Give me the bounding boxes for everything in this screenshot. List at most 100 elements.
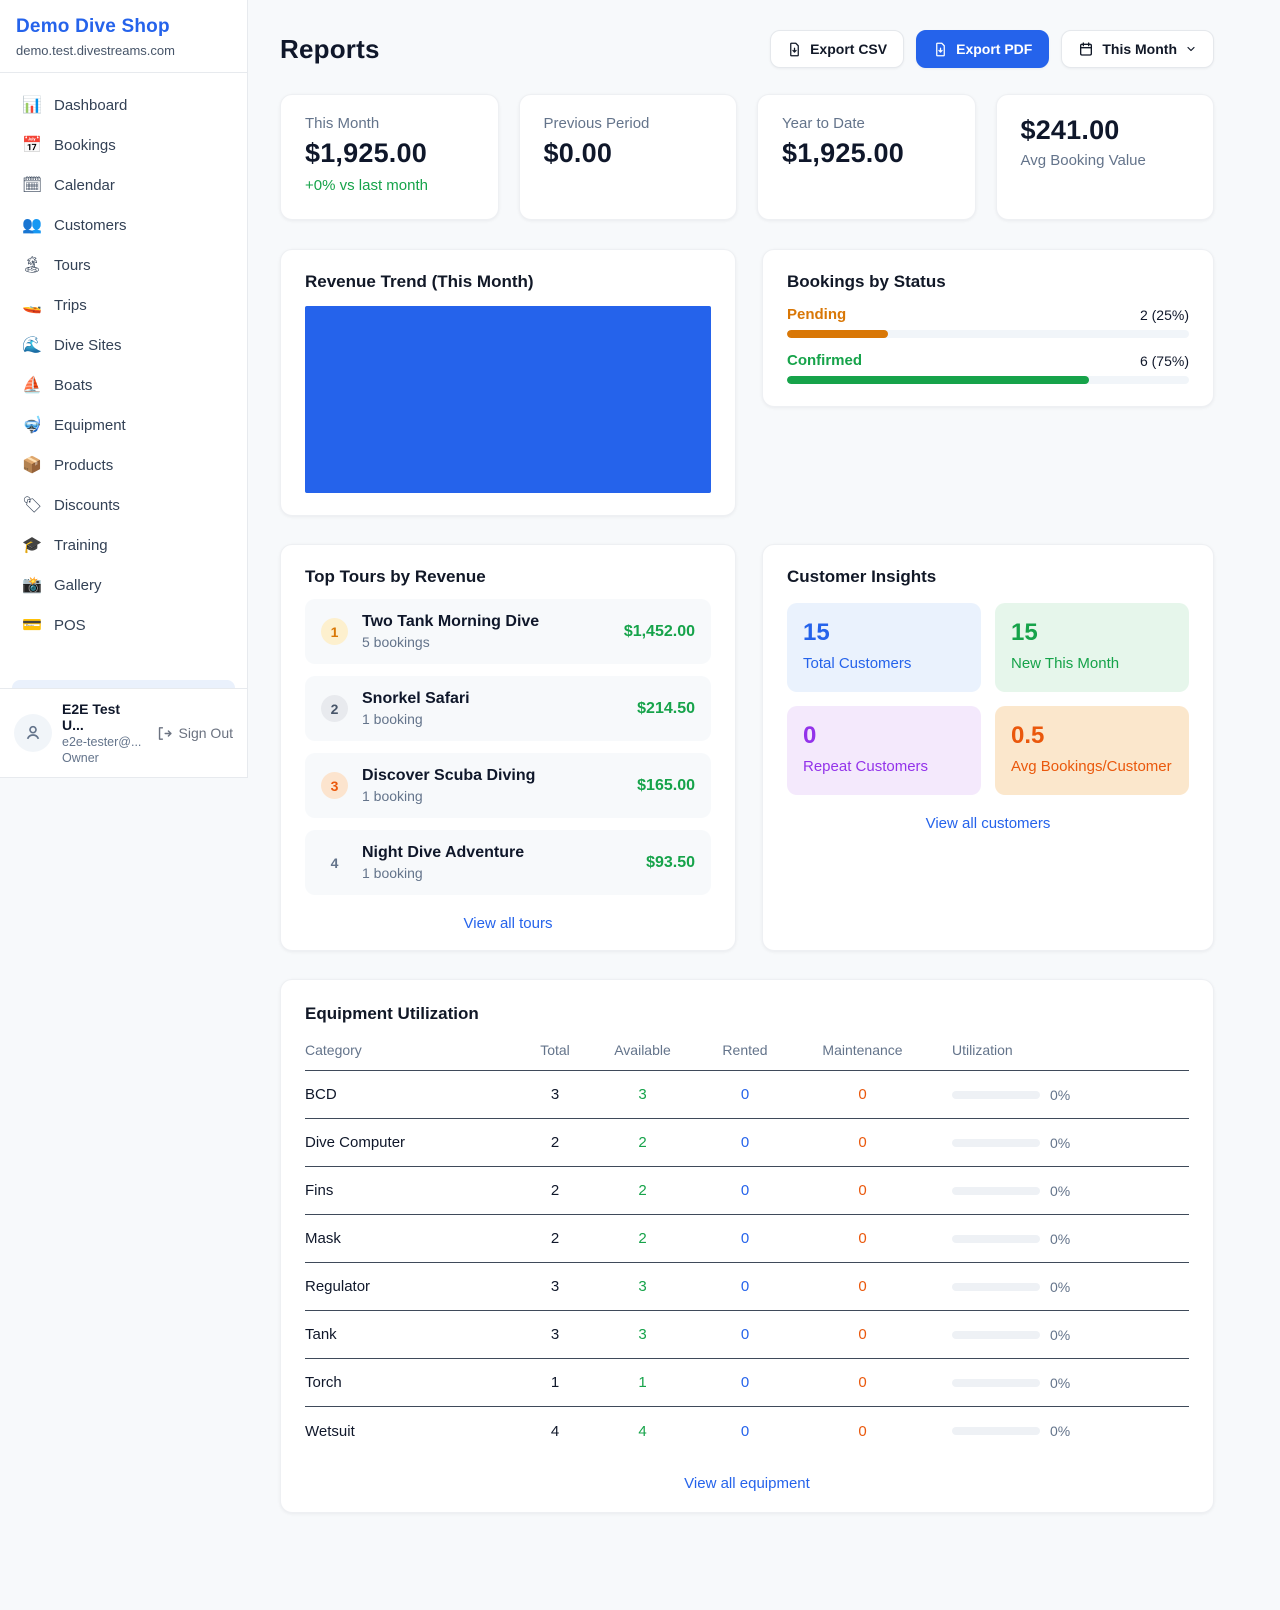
table-row: Torch 1 1 0 0 0% xyxy=(305,1359,1189,1407)
stat-label: This Month xyxy=(305,115,474,132)
utilization-bar-track xyxy=(952,1139,1040,1147)
status-label: Pending xyxy=(787,306,846,323)
tour-info: Two Tank Morning Dive 5 bookings xyxy=(362,613,610,650)
file-download-icon xyxy=(787,42,802,57)
tour-row: 3 Discover Scuba Diving 1 booking $165.0… xyxy=(305,753,711,818)
stat-value: $1,925.00 xyxy=(782,138,951,169)
cell-rented: 0 xyxy=(695,1134,795,1151)
user-panel: E2E Test U... e2e-tester@... Owner Sign … xyxy=(0,688,247,777)
cell-total: 4 xyxy=(520,1423,590,1440)
export-csv-label: Export CSV xyxy=(810,41,887,57)
sidebar-nav-item[interactable]: 🗓 Calendar xyxy=(12,165,235,205)
view-all-customers-link[interactable]: View all customers xyxy=(787,815,1189,832)
nav-item-label: Discounts xyxy=(54,497,120,514)
tour-amount: $1,452.00 xyxy=(624,623,695,641)
sidebar-nav-item[interactable]: 📊 Dashboard xyxy=(12,85,235,125)
equipment-table-header: Category Total Available Rented Maintena… xyxy=(305,1042,1189,1071)
cell-rented: 0 xyxy=(695,1230,795,1247)
utilization-cell: 0% xyxy=(952,1327,1189,1343)
sidebar-nav-item[interactable]: 💳 POS xyxy=(12,605,235,645)
tour-name: Discover Scuba Diving xyxy=(362,767,623,785)
utilization-bar-track xyxy=(952,1091,1040,1099)
customer-insights-card: Customer Insights 15 Total Customers 15 … xyxy=(762,544,1214,951)
period-dropdown[interactable]: This Month xyxy=(1061,30,1214,68)
revenue-trend-chart xyxy=(305,306,711,493)
sidebar-nav-item[interactable]: 📦 Products xyxy=(12,445,235,485)
cell-available: 4 xyxy=(590,1423,695,1440)
tour-name: Night Dive Adventure xyxy=(362,844,632,862)
utilization-percent: 0% xyxy=(1050,1087,1070,1103)
nav-item-icon: 📦 xyxy=(22,455,42,475)
lists-row: Top Tours by Revenue 1 Two Tank Morning … xyxy=(280,544,1214,951)
sidebar-nav-item[interactable]: 📸 Gallery xyxy=(12,565,235,605)
insight-tile: 15 Total Customers xyxy=(787,603,981,692)
cell-category: Wetsuit xyxy=(305,1423,520,1440)
status-bar-fill xyxy=(787,330,888,338)
stat-card: Previous Period $0.00 xyxy=(519,94,738,220)
nav-item-label: Dashboard xyxy=(54,97,127,114)
insight-tile: 0.5 Avg Bookings/Customer xyxy=(995,706,1189,795)
status-item: Pending 2 (25%) xyxy=(787,306,1189,338)
tour-bookings: 1 booking xyxy=(362,711,623,727)
status-label: Confirmed xyxy=(787,352,862,369)
cell-category: BCD xyxy=(305,1086,520,1103)
brand: Demo Dive Shop demo.test.divestreams.com xyxy=(0,0,247,73)
sidebar-nav-item[interactable]: 🌊 Dive Sites xyxy=(12,325,235,365)
export-csv-button[interactable]: Export CSV xyxy=(770,30,904,68)
rank-badge: 3 xyxy=(321,772,348,799)
tour-amount: $214.50 xyxy=(637,700,695,718)
nav-item-icon: 🤿 xyxy=(22,415,42,435)
brand-domain: demo.test.divestreams.com xyxy=(16,43,231,58)
status-bar-track xyxy=(787,376,1189,384)
sign-out-button[interactable]: Sign Out xyxy=(156,725,233,742)
cell-rented: 0 xyxy=(695,1326,795,1343)
tour-info: Night Dive Adventure 1 booking xyxy=(362,844,632,881)
utilization-cell: 0% xyxy=(952,1183,1189,1199)
utilization-percent: 0% xyxy=(1050,1327,1070,1343)
sign-out-icon xyxy=(156,725,173,742)
insight-value: 0.5 xyxy=(1011,722,1173,750)
view-all-tours-link[interactable]: View all tours xyxy=(305,915,711,932)
person-icon xyxy=(23,723,43,743)
rank-badge: 4 xyxy=(321,849,348,876)
cell-total: 3 xyxy=(520,1278,590,1295)
cell-maintenance: 0 xyxy=(795,1182,930,1199)
file-download-icon xyxy=(933,42,948,57)
col-header-category: Category xyxy=(305,1042,520,1058)
period-label: This Month xyxy=(1102,41,1177,57)
brand-name: Demo Dive Shop xyxy=(16,16,231,38)
nav-item-label: Gallery xyxy=(54,577,102,594)
stat-card: Year to Date $1,925.00 xyxy=(757,94,976,220)
sidebar-nav-item[interactable]: 🚤 Trips xyxy=(12,285,235,325)
stat-delta: +0% vs last month xyxy=(305,177,474,194)
export-pdf-button[interactable]: Export PDF xyxy=(916,30,1049,68)
top-tours-card: Top Tours by Revenue 1 Two Tank Morning … xyxy=(280,544,736,951)
table-row: Mask 2 2 0 0 0% xyxy=(305,1215,1189,1263)
utilization-percent: 0% xyxy=(1050,1375,1070,1391)
equipment-utilization-card: Equipment Utilization Category Total Ava… xyxy=(280,979,1214,1513)
sidebar-nav-item[interactable]: 🏝 Tours xyxy=(12,245,235,285)
tour-info: Snorkel Safari 1 booking xyxy=(362,690,623,727)
sidebar-nav-item[interactable]: ⛵ Boats xyxy=(12,365,235,405)
nav-item-label: Calendar xyxy=(54,177,115,194)
rank-badge: 2 xyxy=(321,695,348,722)
sidebar-nav-item[interactable]: 🏷 Discounts xyxy=(12,485,235,525)
sidebar-nav-item[interactable]: 👥 Customers xyxy=(12,205,235,245)
cell-available: 3 xyxy=(590,1086,695,1103)
status-bar-track xyxy=(787,330,1189,338)
stats-row: This Month $1,925.00 +0% vs last month P… xyxy=(280,94,1214,220)
nav-item-icon: 🚤 xyxy=(22,295,42,315)
stat-value: $241.00 xyxy=(1021,115,1190,146)
sidebar-nav-item[interactable]: 📅 Bookings xyxy=(12,125,235,165)
tour-info: Discover Scuba Diving 1 booking xyxy=(362,767,623,804)
view-all-equipment-link[interactable]: View all equipment xyxy=(305,1475,1189,1492)
tour-bookings: 1 booking xyxy=(362,788,623,804)
sidebar-active-item-partial[interactable] xyxy=(12,680,235,688)
sidebar-nav-item[interactable]: 🤿 Equipment xyxy=(12,405,235,445)
sidebar-nav-item[interactable]: 🎓 Training xyxy=(12,525,235,565)
nav-item-icon: 🗓 xyxy=(22,175,42,195)
nav-item-icon: 📊 xyxy=(22,95,42,115)
cell-rented: 0 xyxy=(695,1423,795,1440)
status-item: Confirmed 6 (75%) xyxy=(787,352,1189,384)
insight-value: 15 xyxy=(803,619,965,647)
